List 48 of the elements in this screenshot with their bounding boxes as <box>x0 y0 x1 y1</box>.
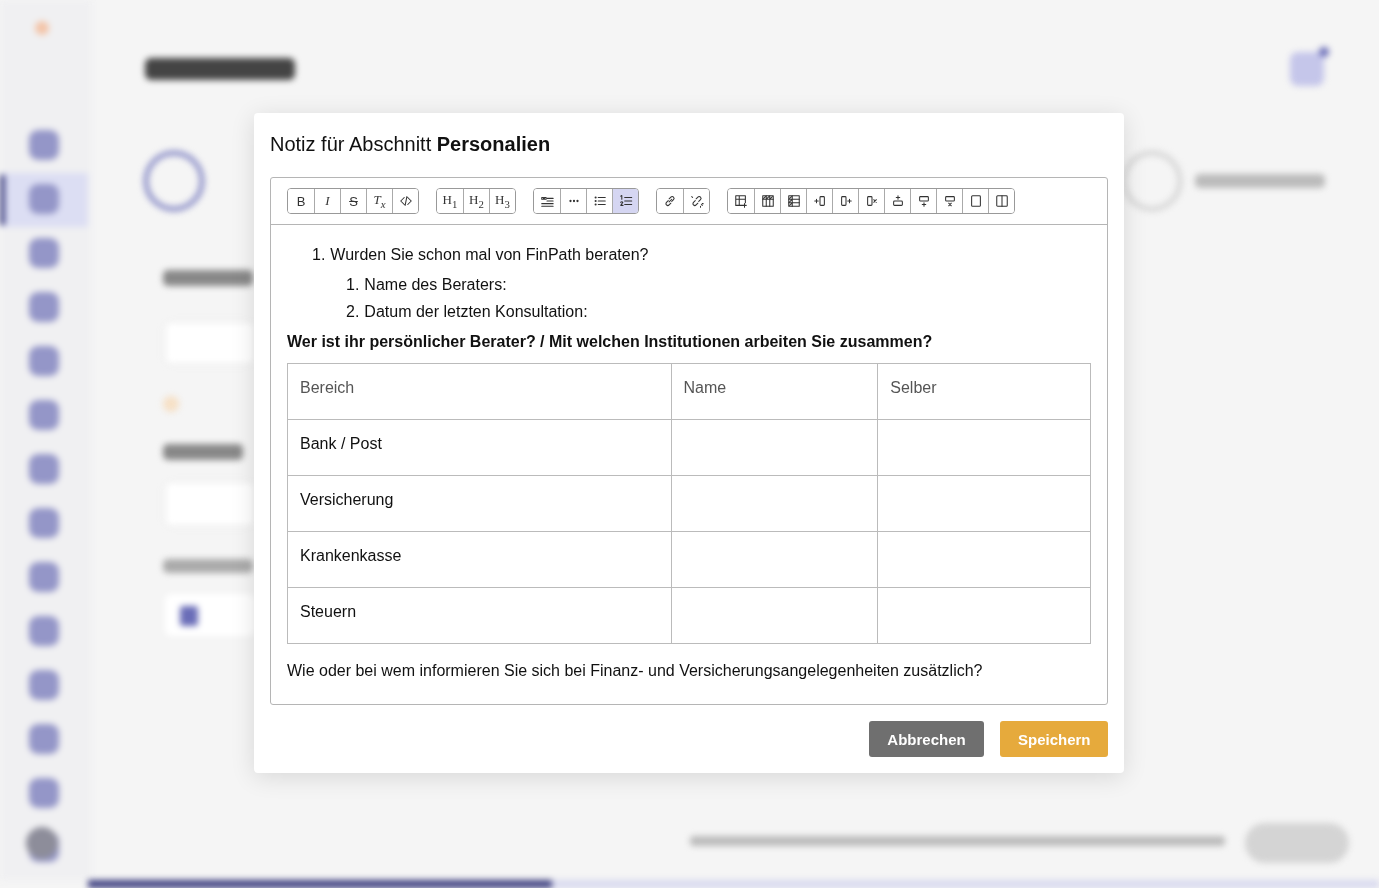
table-add-icon <box>734 194 748 208</box>
list-number: 1. <box>312 245 326 265</box>
dialog-title: Notiz für Abschnitt Personalien <box>270 132 552 157</box>
split-button[interactable] <box>988 189 1014 213</box>
table-cell[interactable] <box>877 419 1091 476</box>
column-header: Bereich <box>287 363 671 420</box>
rich-text-editor[interactable] <box>270 177 1108 705</box>
column-header: Selber <box>877 363 1091 420</box>
quote-icon <box>540 194 554 208</box>
list-item-text: Wurden Sie schon mal von FinPath beraten? <box>330 245 649 265</box>
table-cell[interactable]: Versicherung <box>287 475 671 532</box>
row-add-icon <box>890 194 905 208</box>
numbered-list-icon <box>618 194 633 208</box>
list-item-text: Name des Beraters: <box>364 275 507 295</box>
unlink-button[interactable] <box>683 189 709 213</box>
column-header: Name <box>671 363 878 420</box>
cell-icon <box>968 194 983 208</box>
column-delete-icon <box>864 194 879 208</box>
table-cell[interactable] <box>671 531 878 588</box>
column-add-icon <box>812 194 827 208</box>
table-cell[interactable] <box>671 475 878 532</box>
table-cell[interactable]: Bank / Post <box>287 419 671 476</box>
bullet-list-icon <box>592 194 607 208</box>
question-text: Wer ist ihr persönlicher Berater? / Mit welchen Institutionen arbeiten Sie zusammen? <box>287 332 934 352</box>
link-icon <box>663 194 677 208</box>
column-add-icon <box>838 194 853 208</box>
list-item-text: Datum der letzten Konsultation: <box>364 302 588 322</box>
table-header-row-icon <box>760 194 775 208</box>
code-button[interactable] <box>392 189 418 213</box>
table-cell[interactable] <box>877 531 1091 588</box>
table-cell[interactable]: Steuern <box>287 587 671 644</box>
code-icon <box>398 194 413 208</box>
table-header-column-icon <box>786 194 801 208</box>
table-cell[interactable] <box>877 475 1091 532</box>
table-cell[interactable] <box>671 587 878 644</box>
heading-button[interactable]: H$_{3}$ <box>489 189 515 213</box>
cancel-button[interactable]: Abbrechen <box>869 721 984 757</box>
table-cell[interactable]: Krankenkasse <box>287 531 671 588</box>
row-delete-icon <box>942 194 957 208</box>
unlink-icon <box>689 194 704 208</box>
question-text: Wie oder bei wem informieren Sie sich bei Finanz- und Versicherungsangelegenheiten zusätzlich? <box>287 661 984 681</box>
split-cell-icon <box>994 194 1009 208</box>
list-number: 1. <box>346 275 360 295</box>
list-number: 2. <box>346 302 360 322</box>
table-cell[interactable] <box>671 419 878 476</box>
numbers-button[interactable] <box>612 189 638 213</box>
table-cell[interactable] <box>877 587 1091 644</box>
row-add-icon <box>916 194 931 208</box>
